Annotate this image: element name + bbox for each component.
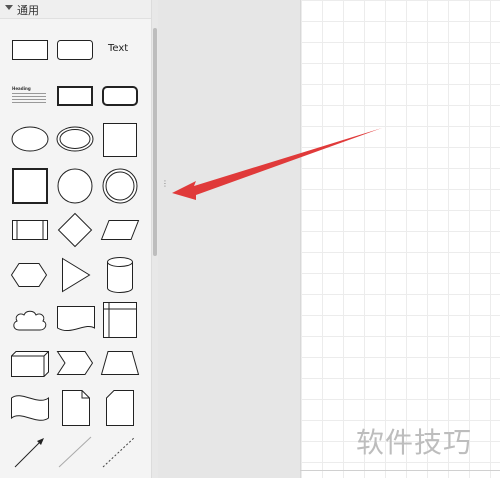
shape-square[interactable] [103, 123, 137, 157]
shape-trapezoid[interactable] [100, 351, 140, 375]
shape-arrow-line[interactable] [14, 436, 46, 468]
textbox-lines [12, 93, 46, 103]
shape-textbox[interactable]: Heading [12, 86, 48, 106]
shape-bold-rectangle[interactable] [57, 86, 93, 106]
shape-step[interactable] [56, 351, 94, 375]
canvas-divider [300, 470, 500, 471]
shape-double-circle[interactable] [102, 168, 138, 204]
shape-dashed-line[interactable] [102, 436, 136, 468]
shape-group-header[interactable]: 通用 [0, 0, 151, 19]
shape-double-ellipse[interactable] [56, 126, 94, 152]
textbox-heading: Heading [12, 86, 31, 91]
shape-circle[interactable] [57, 168, 93, 204]
watermark-text: 软件技巧 [356, 426, 473, 459]
panel-collapse-gutter[interactable]: ⋮ [158, 0, 300, 478]
shape-group-title: 通用 [17, 4, 39, 17]
shape-ellipse[interactable] [11, 126, 49, 152]
shape-diamond[interactable] [57, 212, 93, 248]
shape-card[interactable] [106, 390, 134, 426]
scrollbar-thumb[interactable] [153, 28, 157, 256]
collapse-handle-icon[interactable]: ⋮ [161, 180, 169, 188]
shape-bold-rounded-rectangle[interactable] [102, 86, 138, 106]
diagram-canvas[interactable] [300, 0, 500, 478]
shape-text[interactable]: Text [108, 43, 128, 54]
shape-cylinder[interactable] [107, 257, 133, 293]
shape-hexagon[interactable] [10, 263, 48, 287]
shape-document[interactable] [57, 306, 95, 334]
shape-cube[interactable] [11, 351, 49, 377]
shape-cloud[interactable] [11, 308, 49, 334]
shape-library-panel: 通用 Text Heading [0, 0, 152, 478]
shape-bold-square[interactable] [12, 168, 48, 204]
chevron-down-icon[interactable] [5, 5, 13, 10]
shape-rectangle[interactable] [12, 40, 48, 60]
shape-triangle[interactable] [62, 257, 91, 293]
shape-line[interactable] [58, 436, 92, 468]
shape-parallelogram[interactable] [100, 220, 140, 240]
shape-tape[interactable] [11, 393, 49, 423]
shape-internal-storage[interactable] [103, 302, 137, 338]
shape-note[interactable] [62, 390, 90, 426]
shape-process[interactable] [12, 220, 48, 240]
shape-rounded-rectangle[interactable] [57, 40, 93, 60]
